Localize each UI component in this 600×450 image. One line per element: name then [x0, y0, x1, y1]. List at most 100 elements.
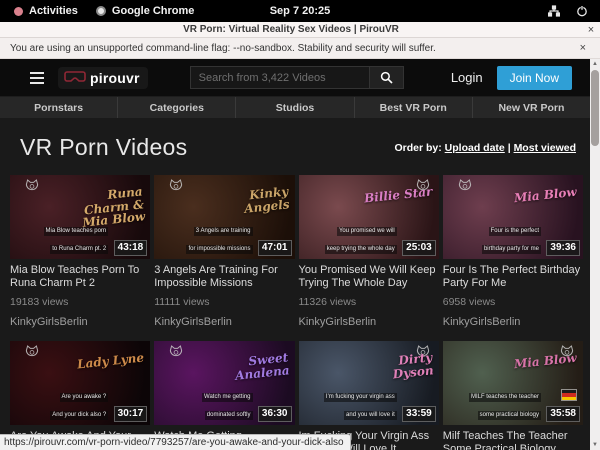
thumbnail-captions: I'm fucking your virgin ass and you will…	[324, 385, 397, 421]
thumbnail-performer-name: Sweet Analena	[215, 351, 289, 384]
site-header: pirouvr Login Join Now	[0, 59, 590, 96]
scrollbar-up-arrow[interactable]: ▲	[590, 59, 600, 69]
screen: Activities Google Chrome Sep 7 20:25 VR …	[0, 0, 600, 450]
video-card[interactable]: Billie Star You promised we will keep tr…	[299, 175, 439, 328]
thumbnail-caption-line1: Watch me getting	[202, 393, 252, 402]
main-nav: Pornstars Categories Studios Best VR Por…	[0, 96, 590, 118]
duration-badge: 35:58	[546, 406, 580, 422]
video-views: 6958 views	[443, 296, 583, 308]
studio-watermark-cat-icon	[168, 344, 184, 360]
video-thumbnail[interactable]: Dirty Dyson I'm fucking your virgin ass …	[299, 341, 439, 425]
scrollbar-down-arrow[interactable]: ▼	[590, 440, 600, 450]
power-icon[interactable]	[576, 5, 588, 17]
order-by: Order by: Upload date | Most viewed	[394, 142, 576, 154]
thumbnail-caption-line2: keep trying the whole day	[325, 245, 397, 254]
nav-item-best-vr-porn[interactable]: Best VR Porn	[354, 97, 472, 118]
thumbnail-performer-name: Billie Star	[364, 185, 433, 205]
thumbnail-performer-name: Mia Blow	[514, 186, 578, 205]
video-title[interactable]: Mia Blow Teaches Porn To Runa Charm Pt 2	[10, 264, 150, 290]
join-now-button[interactable]: Join Now	[497, 66, 572, 90]
browser-tab-bar: VR Porn: Virtual Reality Sex Videos | Pi…	[0, 22, 600, 38]
thumbnail-caption-line1: Mia Blow teaches porn	[44, 227, 109, 236]
video-channel[interactable]: KinkyGirlsBerlin	[443, 316, 583, 328]
search-bar	[190, 66, 404, 89]
video-title[interactable]: You Promised We Will Keep Trying The Who…	[299, 264, 439, 290]
menu-hamburger-icon[interactable]	[30, 72, 44, 84]
thumbnail-captions: Are you awake ? And your dick also ?	[50, 385, 108, 421]
scrollbar-thumb[interactable]	[591, 70, 599, 146]
tab-close-icon[interactable]: ×	[582, 24, 600, 36]
video-card[interactable]: Mia Blow MILF teaches the teacher some p…	[443, 341, 583, 450]
infobar-message: You are using an unsupported command-lin…	[10, 43, 576, 54]
studio-watermark-cat-icon	[24, 178, 40, 194]
duration-badge: 43:18	[114, 240, 148, 256]
duration-badge: 25:03	[402, 240, 436, 256]
thumbnail-caption-line2: for impossible missions	[186, 245, 252, 254]
duration-badge: 33:59	[402, 406, 436, 422]
video-title[interactable]: Four Is The Perfect Birthday Party For M…	[443, 264, 583, 290]
duration-badge: 39:36	[546, 240, 580, 256]
infobar-close-icon[interactable]: ×	[576, 42, 590, 54]
tab-title[interactable]: VR Porn: Virtual Reality Sex Videos | Pi…	[0, 24, 582, 35]
thumbnail-caption-line1: Four is the perfect	[489, 227, 541, 236]
search-button[interactable]	[370, 66, 404, 89]
video-thumbnail[interactable]: Kinky Angels 3 Angels are training for i…	[154, 175, 294, 259]
login-link[interactable]: Login	[451, 70, 483, 85]
video-views: 11326 views	[299, 296, 439, 308]
german-flag-icon	[561, 389, 577, 401]
video-channel[interactable]: KinkyGirlsBerlin	[299, 316, 439, 328]
thumbnail-caption-line1: I'm fucking your virgin ass	[324, 393, 397, 402]
order-link-most-viewed[interactable]: Most viewed	[514, 142, 576, 154]
thumbnail-captions: Mia Blow teaches porn to Runa Charm pt. …	[44, 219, 109, 255]
video-title[interactable]: Milf Teaches The Teacher Some Practical …	[443, 430, 583, 450]
video-thumbnail[interactable]: Lady Lyne Are you awake ? And your dick …	[10, 341, 150, 425]
nav-item-categories[interactable]: Categories	[117, 97, 235, 118]
duration-badge: 36:30	[258, 406, 292, 422]
video-thumbnail[interactable]: Mia Blow MILF teaches the teacher some p…	[443, 341, 583, 425]
video-channel[interactable]: KinkyGirlsBerlin	[10, 316, 150, 328]
nav-item-new-vr-porn[interactable]: New VR Porn	[472, 97, 590, 118]
nav-item-pornstars[interactable]: Pornstars	[0, 97, 117, 118]
video-thumbnail[interactable]: Runa Charm & Mia Blow Mia Blow teaches p…	[10, 175, 150, 259]
video-thumbnail[interactable]: Billie Star You promised we will keep tr…	[299, 175, 439, 259]
studio-watermark-cat-icon	[457, 178, 473, 194]
page-viewport: pirouvr Login Join Now Pornstars Categor…	[0, 59, 590, 450]
order-separator: |	[508, 142, 511, 154]
thumbnail-performer-name: Dirty Dyson	[360, 351, 434, 384]
thumbnail-caption-line1: MILF teaches the teacher	[469, 393, 541, 402]
nav-item-studios[interactable]: Studios	[235, 97, 353, 118]
order-link-upload-date[interactable]: Upload date	[445, 142, 505, 154]
video-views: 11111 views	[154, 296, 294, 308]
video-card[interactable]: Mia Blow Four is the perfect birthday pa…	[443, 175, 583, 328]
duration-badge: 47:01	[258, 240, 292, 256]
thumbnail-caption-line2: to Runa Charm pt. 2	[50, 245, 108, 254]
thumbnail-caption-line2: some practical biology	[478, 411, 541, 420]
thumbnail-performer-name: Kinky Angels	[215, 185, 289, 218]
thumbnail-caption-line2: and you will love it	[344, 411, 397, 420]
order-by-label: Order by:	[394, 142, 441, 154]
page-title: VR Porn Videos	[20, 134, 187, 161]
clock[interactable]: Sep 7 20:25	[0, 5, 600, 17]
duration-badge: 30:17	[114, 406, 148, 422]
video-thumbnail[interactable]: Sweet Analena Watch me getting dominated…	[154, 341, 294, 425]
video-card[interactable]: Runa Charm & Mia Blow Mia Blow teaches p…	[10, 175, 150, 328]
thumbnail-captions: MILF teaches the teacher some practical …	[469, 385, 541, 421]
page-scrollbar[interactable]: ▲ ▼	[590, 59, 600, 450]
studio-watermark-cat-icon	[168, 178, 184, 194]
thumbnail-caption-line1: Are you awake ?	[60, 393, 109, 402]
video-title[interactable]: 3 Angels Are Training For Impossible Mis…	[154, 264, 294, 290]
network-icon[interactable]	[548, 5, 560, 17]
system-top-bar: Activities Google Chrome Sep 7 20:25	[0, 0, 600, 22]
site-logo[interactable]: pirouvr	[58, 67, 148, 89]
search-input[interactable]	[190, 66, 370, 89]
thumbnail-captions: You promised we will keep trying the who…	[325, 219, 397, 255]
thumbnail-captions: Four is the perfect birthday party for m…	[482, 219, 541, 255]
thumbnail-captions: Watch me getting dominated softly	[202, 385, 252, 421]
video-channel[interactable]: KinkyGirlsBerlin	[154, 316, 294, 328]
thumbnail-performer-name: Lady Lyne	[77, 351, 145, 371]
video-thumbnail[interactable]: Mia Blow Four is the perfect birthday pa…	[443, 175, 583, 259]
video-card[interactable]: Kinky Angels 3 Angels are training for i…	[154, 175, 294, 328]
video-views: 19183 views	[10, 296, 150, 308]
thumbnail-caption-line2: And your dick also ?	[50, 411, 108, 420]
thumbnail-caption-line1: You promised we will	[337, 227, 397, 236]
